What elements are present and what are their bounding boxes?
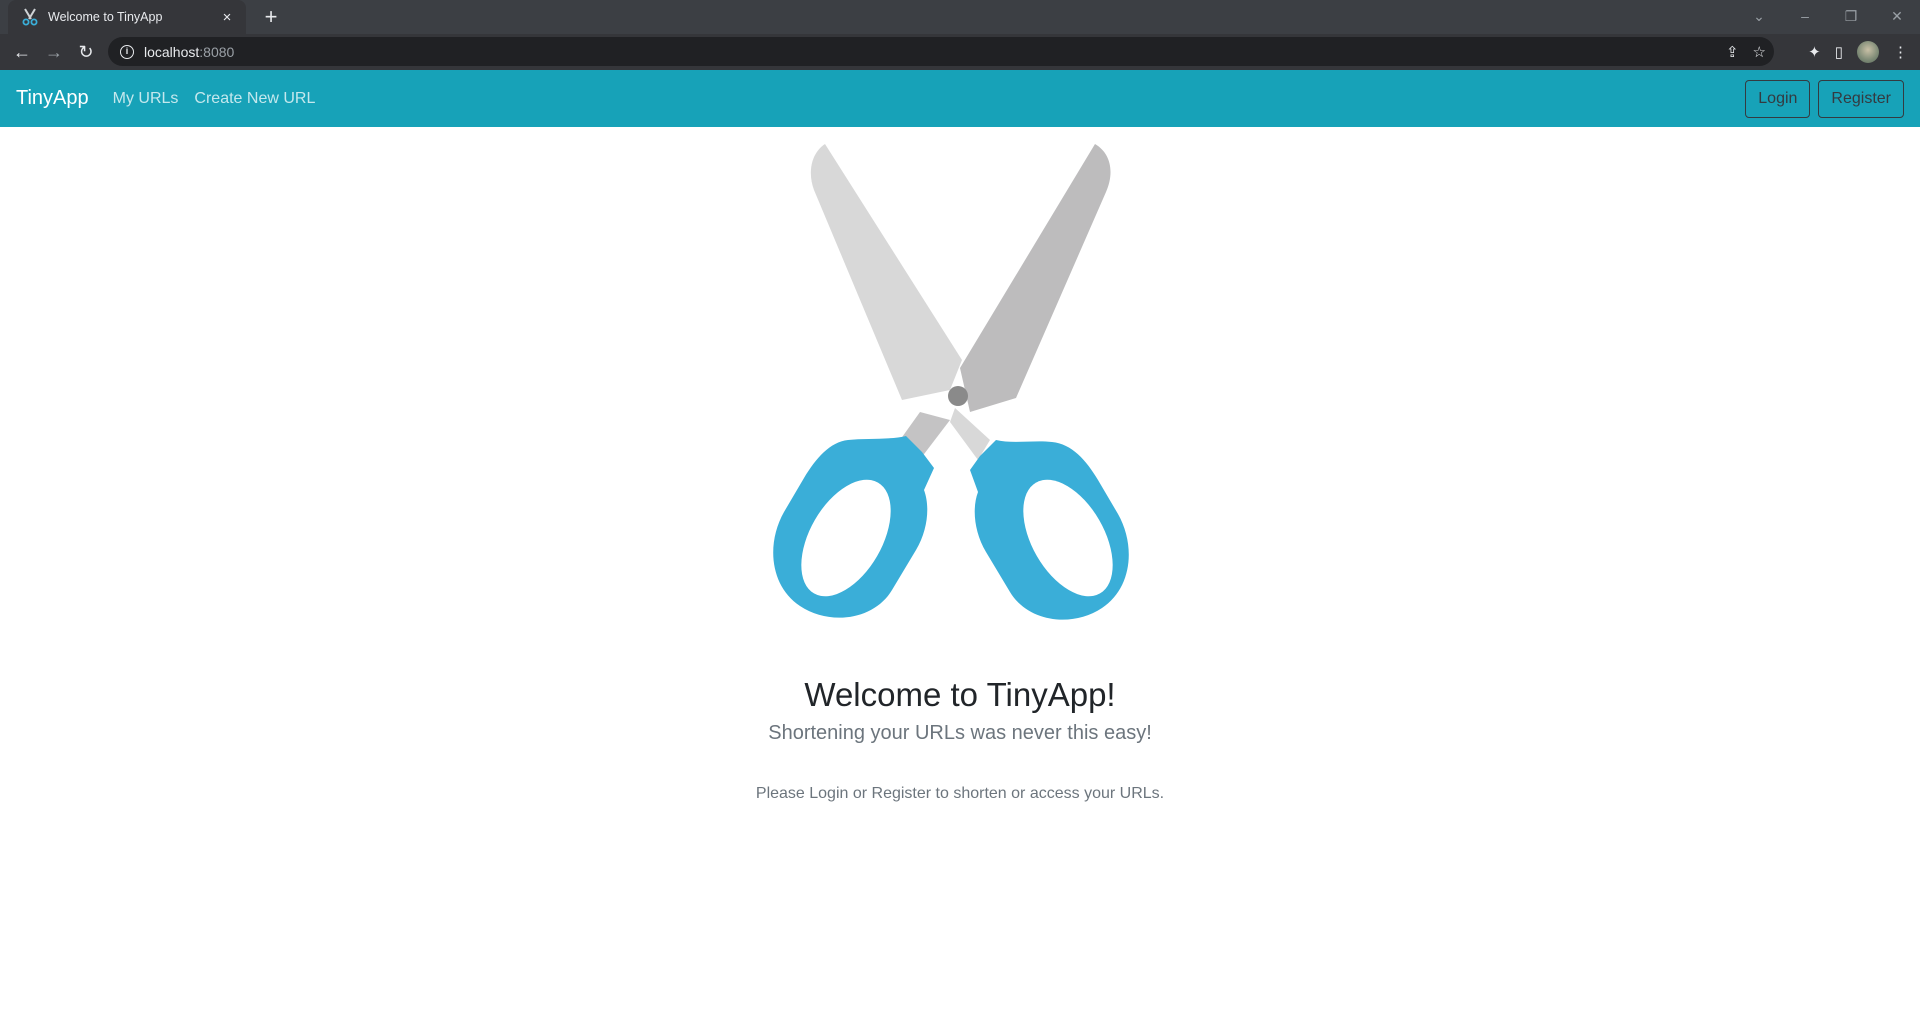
register-button[interactable]: Register	[1818, 80, 1904, 118]
minimize-icon[interactable]: –	[1782, 8, 1828, 24]
page-title: Welcome to TinyApp!	[804, 676, 1116, 713]
browser-toolbar: ← → ↻ i localhost:8080 ⇪ ☆ ✦ ▯ ⋮	[0, 34, 1920, 70]
browser-tab[interactable]: Welcome to TinyApp ×	[8, 0, 246, 34]
forward-icon[interactable]: →	[40, 38, 68, 66]
scissors-icon	[20, 7, 40, 27]
tab-title: Welcome to TinyApp	[48, 10, 163, 24]
app-navbar: TinyApp My URLs Create New URL Login Reg…	[0, 70, 1920, 127]
extensions-icon[interactable]: ✦	[1808, 43, 1821, 61]
nav-link-create-new-url[interactable]: Create New URL	[194, 90, 315, 108]
info-icon[interactable]: i	[120, 44, 134, 59]
share-icon[interactable]: ⇪	[1726, 43, 1739, 61]
back-icon[interactable]: ←	[8, 38, 36, 66]
url-port: :8080	[199, 43, 235, 60]
window-close-icon[interactable]: ✕	[1874, 8, 1920, 25]
tab-search-icon[interactable]: ⌄	[1736, 8, 1782, 25]
side-panel-icon[interactable]: ▯	[1835, 43, 1843, 61]
star-icon[interactable]: ☆	[1753, 43, 1766, 61]
brand-link[interactable]: TinyApp	[16, 87, 89, 110]
welcome-hero: Welcome to TinyApp! Shortening your URLs…	[0, 140, 1920, 803]
new-tab-button[interactable]: +	[258, 4, 284, 30]
page-subtitle: Shortening your URLs was never this easy…	[768, 722, 1152, 744]
close-icon[interactable]: ×	[218, 9, 236, 26]
login-button[interactable]: Login	[1745, 80, 1811, 118]
browser-tab-strip: Welcome to TinyApp × + ⌄ – ❐ ✕	[0, 0, 1920, 34]
url-host: localhost	[144, 43, 200, 60]
menu-icon[interactable]: ⋮	[1893, 43, 1908, 61]
window-controls: ⌄ – ❐ ✕	[1736, 0, 1920, 32]
scissors-illustration	[773, 144, 1129, 620]
nav-link-my-urls[interactable]: My URLs	[113, 90, 179, 108]
login-note: Please Login or Register to shorten or a…	[755, 785, 1165, 802]
address-bar[interactable]: i localhost:8080 ⇪ ☆	[108, 37, 1774, 66]
reload-icon[interactable]: ↻	[72, 38, 100, 66]
restore-icon[interactable]: ❐	[1828, 8, 1874, 25]
avatar[interactable]	[1857, 41, 1879, 63]
